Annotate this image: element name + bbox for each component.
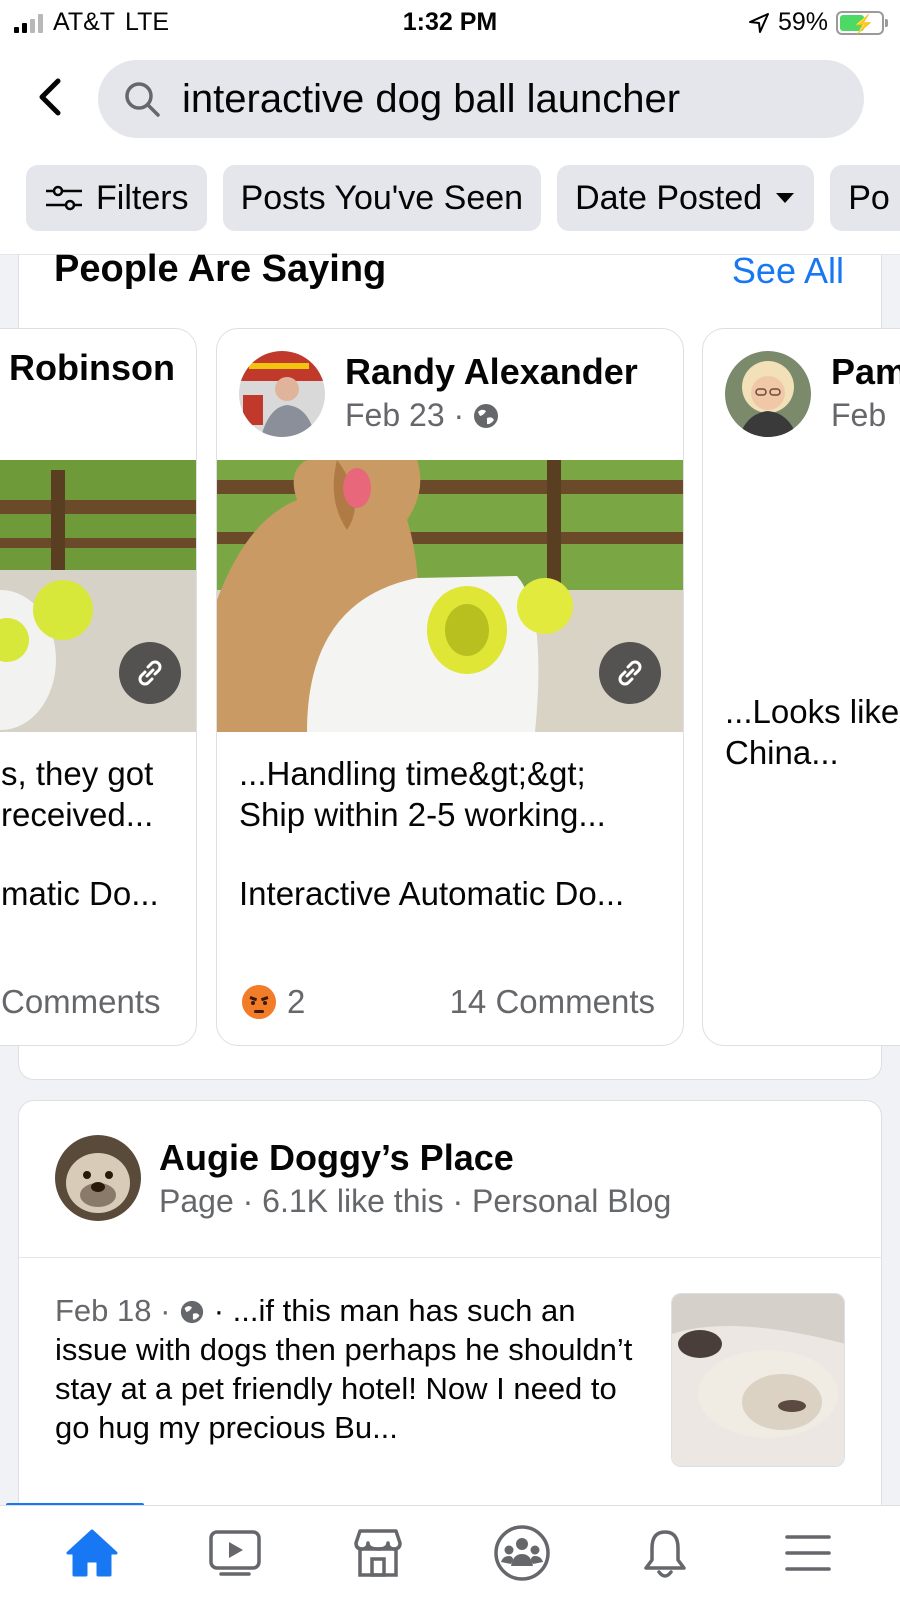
comments-count[interactable]: Comments	[1, 983, 161, 1021]
link-icon	[618, 660, 642, 686]
post-card[interactable]: Robinson s, they got received... matic D…	[0, 328, 197, 1046]
posts-seen-chip-label: Posts You've Seen	[240, 178, 524, 217]
page-name[interactable]: Augie Doggy’s Place	[159, 1137, 514, 1179]
post-snippet-line: Ship within 2-5 working...	[239, 796, 606, 833]
post-thumbnail[interactable]	[671, 1293, 845, 1467]
link-badge	[599, 642, 661, 704]
link-badge	[119, 642, 181, 704]
date-posted-chip[interactable]: Date Posted	[557, 165, 815, 231]
nav-marketplace[interactable]	[343, 1518, 413, 1588]
page-avatar[interactable]	[55, 1135, 141, 1221]
post-date: Feb	[831, 397, 887, 433]
posts-seen-chip[interactable]: Posts You've Seen	[222, 165, 542, 231]
search-icon	[125, 82, 160, 117]
search-input[interactable]: interactive dog ball launcher	[98, 60, 864, 138]
comments-count[interactable]: 14 Comments	[450, 983, 655, 1021]
post-card[interactable]: Randy Alexander Feb 23 · ...Handling tim…	[216, 328, 684, 1046]
post-link-image[interactable]	[217, 460, 683, 732]
location-arrow-icon	[748, 12, 769, 33]
globe-icon	[474, 403, 499, 428]
see-all-link[interactable]: See All	[732, 250, 844, 292]
link-icon	[138, 660, 162, 686]
angry-reaction-icon	[242, 985, 276, 1019]
nav-menu[interactable]	[773, 1518, 843, 1588]
post-snippet-line: China...	[725, 734, 839, 771]
filters-chip[interactable]: Filters	[26, 165, 207, 231]
search-query: interactive dog ball launcher	[182, 76, 681, 121]
reaction-count[interactable]: 2	[287, 983, 305, 1021]
link-title: Interactive Automatic Do...	[239, 875, 625, 912]
date-posted-chip-label: Date Posted	[575, 178, 763, 217]
search-row: interactive dog ball launcher	[0, 58, 900, 140]
marketplace-icon	[354, 1529, 403, 1577]
menu-icon	[785, 1535, 832, 1571]
battery-percent: 59%	[777, 8, 828, 36]
post-snippet-line: ...Handling time&gt;&gt;	[239, 755, 586, 792]
post-author[interactable]: Randy Alexander	[345, 351, 638, 393]
filters-chip-label: Filters	[96, 178, 189, 217]
status-bar: AT&T LTE 1:32 PM 59% ⚡	[0, 0, 900, 46]
posted-by-chip[interactable]: Po	[830, 165, 900, 231]
link-title: matic Do...	[1, 875, 159, 912]
author-avatar[interactable]	[725, 351, 811, 437]
nav-groups[interactable]	[487, 1518, 557, 1588]
sliders-icon	[46, 185, 82, 211]
nav-notifications[interactable]	[630, 1518, 700, 1588]
notifications-icon	[644, 1530, 686, 1578]
card-divider	[19, 1257, 881, 1258]
globe-icon	[180, 1300, 204, 1324]
groups-icon	[493, 1525, 550, 1581]
home-icon	[66, 1529, 118, 1577]
post-card[interactable]: Pam Feb ...Looks like China...	[702, 328, 900, 1046]
posted-by-chip-label: Po	[848, 178, 890, 217]
battery-icon: ⚡	[836, 10, 888, 35]
caret-down-icon	[776, 193, 795, 203]
page-result-card[interactable]: Augie Doggy’s Place Page · 6.1K like thi…	[18, 1100, 882, 1520]
video-icon	[209, 1530, 261, 1576]
nav-video[interactable]	[200, 1518, 270, 1588]
post-snippet-line: ...Looks like	[725, 693, 900, 730]
post-link-image[interactable]	[0, 460, 196, 732]
post-snippet[interactable]: Feb 18 · · ...if this man has such an is…	[55, 1291, 645, 1447]
chevron-left-icon	[39, 78, 61, 116]
section-title: People Are Saying	[54, 248, 387, 290]
author-avatar[interactable]	[239, 351, 325, 437]
bottom-nav	[0, 1505, 900, 1600]
back-button[interactable]	[30, 74, 70, 120]
post-author[interactable]: Robinson	[9, 347, 175, 389]
post-snippet-line: received...	[1, 796, 154, 833]
post-snippet-line: s, they got	[1, 755, 154, 792]
filter-chips: Filters Posts You've Seen Date Posted Po	[26, 165, 900, 231]
post-date: Feb 23 ·	[345, 397, 465, 433]
post-date: Feb 18 ·	[55, 1293, 171, 1328]
post-author[interactable]: Pam	[831, 351, 900, 393]
page-meta: Page · 6.1K like this · Personal Blog	[159, 1183, 672, 1219]
nav-home[interactable]	[57, 1518, 127, 1588]
